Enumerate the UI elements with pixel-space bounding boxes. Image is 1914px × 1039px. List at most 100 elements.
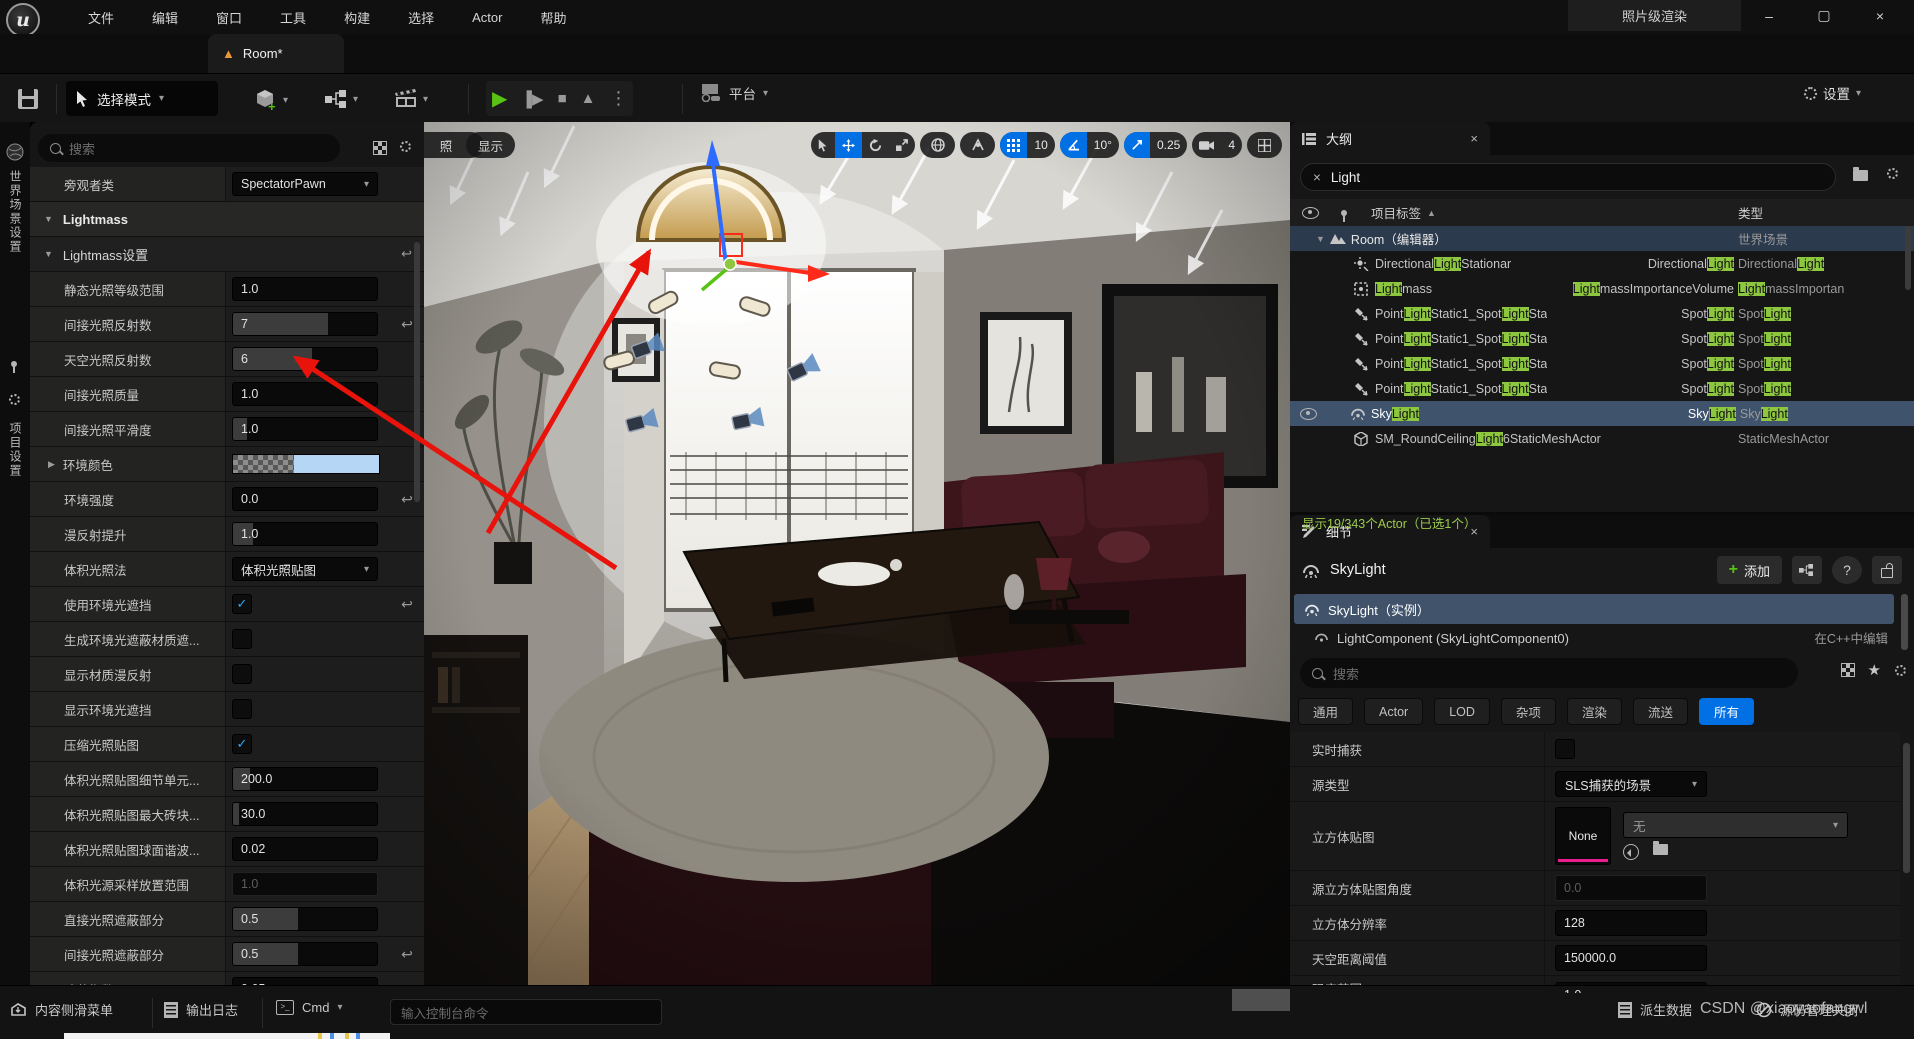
play-button[interactable]: ▶ — [492, 86, 507, 111]
stop-button[interactable]: ■ — [558, 90, 567, 107]
details-gear-icon[interactable] — [1895, 664, 1906, 676]
menu-item-文件[interactable]: 文件 — [84, 6, 118, 29]
output-log-button[interactable]: 输出日志 — [164, 1000, 238, 1019]
outliner-gear-icon[interactable] — [1887, 168, 1898, 179]
surface-snapping-button[interactable] — [960, 132, 996, 158]
add-folder-icon[interactable] — [1853, 167, 1868, 186]
value-input[interactable]: 30.0 — [232, 802, 378, 826]
content-drawer-sliver[interactable] — [64, 1033, 390, 1039]
visibility-column-icon[interactable] — [1302, 206, 1319, 219]
value-input[interactable]: 128 — [1555, 910, 1707, 936]
expander-icon[interactable]: ▼ — [44, 214, 53, 224]
visibility-eye-icon[interactable] — [1300, 407, 1317, 420]
angle-snap-toggle[interactable] — [1059, 132, 1087, 158]
value-input[interactable]: 0.65 — [232, 977, 378, 985]
level-tab[interactable]: ▲ Room* — [208, 34, 344, 73]
close-button[interactable]: × — [1856, 0, 1904, 31]
maximize-viewport-button[interactable] — [1247, 132, 1282, 158]
cinematics-button[interactable]: ▾ — [395, 89, 428, 109]
light-component-row[interactable]: LightComponent (SkyLightComponent0) — [1314, 626, 1894, 650]
skylight-instance-row[interactable]: SkyLight（实例） — [1294, 594, 1894, 624]
maximize-button[interactable]: ▢ — [1800, 0, 1848, 31]
favorites-star-icon[interactable]: ★ — [1868, 661, 1881, 679]
details-search-input[interactable]: 搜索 — [1300, 658, 1798, 688]
value-input[interactable]: 1.0 — [232, 277, 378, 301]
outliner-scrollbar[interactable] — [1905, 226, 1911, 290]
scale-snap-toggle[interactable] — [1123, 132, 1150, 158]
category-Lightmass设置[interactable]: ▼ Lightmass设置 ↩ — [30, 237, 424, 272]
scale-snap-value[interactable]: 0.25 — [1150, 132, 1187, 158]
menu-item-Actor[interactable]: Actor — [468, 8, 506, 27]
lock-icon[interactable] — [1872, 556, 1902, 584]
reset-icon[interactable]: ↩ — [401, 246, 412, 262]
filter-所有[interactable]: 所有 — [1698, 698, 1754, 725]
value-input[interactable]: 6 — [232, 347, 378, 371]
viewport-scene[interactable] — [424, 122, 1290, 985]
type-column[interactable]: 类型 — [1738, 203, 1914, 222]
photoreal-render-button[interactable]: 照片级渲染 — [1568, 0, 1741, 31]
settings-button[interactable]: 设置 ▾ — [1804, 83, 1861, 103]
outliner-row[interactable]: PointLightStatic1_SpotLightSta SpotLight S… — [1290, 351, 1914, 376]
outliner-row[interactable]: SkyLight SkyLight SkyLight — [1290, 401, 1914, 426]
value-checkbox[interactable] — [232, 699, 252, 719]
eject-button[interactable]: ▲ — [581, 90, 596, 107]
asset-thumbnail[interactable]: None — [1555, 807, 1611, 865]
menu-item-编辑[interactable]: 编辑 — [148, 6, 182, 29]
item-label-column[interactable]: 项目标签 — [1371, 203, 1421, 222]
pin-icon[interactable] — [11, 361, 17, 373]
value-checkbox[interactable] — [232, 664, 252, 684]
details-scrollbar[interactable] — [1903, 743, 1910, 873]
help-icon[interactable]: ? — [1832, 556, 1862, 584]
blueprint-edit-icon[interactable] — [1792, 556, 1822, 584]
menu-item-选择[interactable]: 选择 — [404, 6, 438, 29]
use-selected-asset-icon[interactable] — [1623, 844, 1639, 860]
panel-gear-icon[interactable] — [400, 141, 411, 152]
asset-dropdown[interactable]: 无 ▾ — [1623, 812, 1848, 838]
minimize-button[interactable]: – — [1745, 0, 1793, 31]
value-dropdown[interactable]: SpectatorPawn ▾ — [232, 172, 378, 196]
level-viewport[interactable]: 照 显示 10 10° 0.25 4 — [424, 122, 1290, 985]
value-checkbox[interactable] — [232, 629, 252, 649]
expander-icon[interactable]: ▼ — [1316, 234, 1325, 244]
content-drawer-button[interactable]: 内容侧滑菜单 — [10, 1000, 113, 1019]
category-Lightmass[interactable]: ▼ Lightmass — [30, 202, 424, 237]
skip-frame-button[interactable]: ▐▶ — [521, 90, 543, 108]
value-input[interactable]: 0.02 — [232, 837, 378, 861]
tab-world-settings[interactable]: 世界场景设置 — [7, 170, 24, 254]
value-input[interactable]: 0.0 — [232, 487, 378, 511]
property-matrix-icon[interactable] — [1840, 663, 1855, 677]
outliner-row[interactable]: PointLightStatic1_SpotLightSta SpotLight S… — [1290, 376, 1914, 401]
filter-杂项[interactable]: 杂项 — [1500, 698, 1556, 725]
outliner-row[interactable]: PointLightStatic1_SpotLightSta SpotLight S… — [1290, 326, 1914, 351]
expander-icon[interactable]: ▶ — [48, 459, 55, 470]
value-input[interactable]: 7 — [232, 312, 378, 336]
value-input[interactable]: 1.0 — [232, 522, 378, 546]
derived-data-button[interactable]: 派生数据 — [1618, 1000, 1692, 1019]
console-command-input[interactable]: 输入控制台命令 — [390, 999, 662, 1025]
grid-view-icon[interactable] — [373, 141, 387, 155]
filter-流送[interactable]: 流送 — [1632, 698, 1688, 725]
outliner-row[interactable]: PointLightStatic1_SpotLightSta SpotLight S… — [1290, 301, 1914, 326]
add-component-button[interactable]: + 添加 — [1716, 556, 1782, 584]
value-input[interactable]: 0.5 — [232, 942, 378, 966]
tab-project-settings[interactable]: 项目设置 — [7, 422, 24, 478]
value-dropdown[interactable]: SLS捕获的场景 ▾ — [1555, 771, 1707, 797]
pin-column-icon[interactable] — [1341, 209, 1347, 222]
value-dropdown[interactable]: 体积光照贴图 ▾ — [232, 557, 378, 581]
outliner-row[interactable]: Lightmass LightmassImportanceVolume Lightm… — [1290, 276, 1914, 301]
filter-渲染[interactable]: 渲染 — [1566, 698, 1622, 725]
outliner-row-room[interactable]: ▼ Room（编辑器） 世界场景 — [1290, 226, 1914, 251]
close-icon[interactable]: × — [1470, 131, 1478, 146]
scale-tool-button[interactable] — [889, 132, 915, 158]
show-pill[interactable]: 显示 — [466, 132, 516, 158]
value-checkbox[interactable] — [1555, 739, 1575, 759]
reset-icon[interactable]: ↩ — [390, 946, 424, 963]
blueprints-button[interactable]: ▾ — [325, 90, 358, 108]
value-input[interactable]: 150000.0 — [1555, 945, 1707, 971]
add-actor-button[interactable]: + ▾ — [255, 88, 288, 112]
value-checkbox[interactable]: ✓ — [232, 734, 252, 754]
gear-icon[interactable] — [9, 394, 20, 405]
tab-outliner[interactable]: 大纲 × — [1290, 122, 1490, 155]
clear-search-icon[interactable]: × — [1313, 170, 1321, 185]
angle-snap-value[interactable]: 10° — [1087, 132, 1119, 158]
